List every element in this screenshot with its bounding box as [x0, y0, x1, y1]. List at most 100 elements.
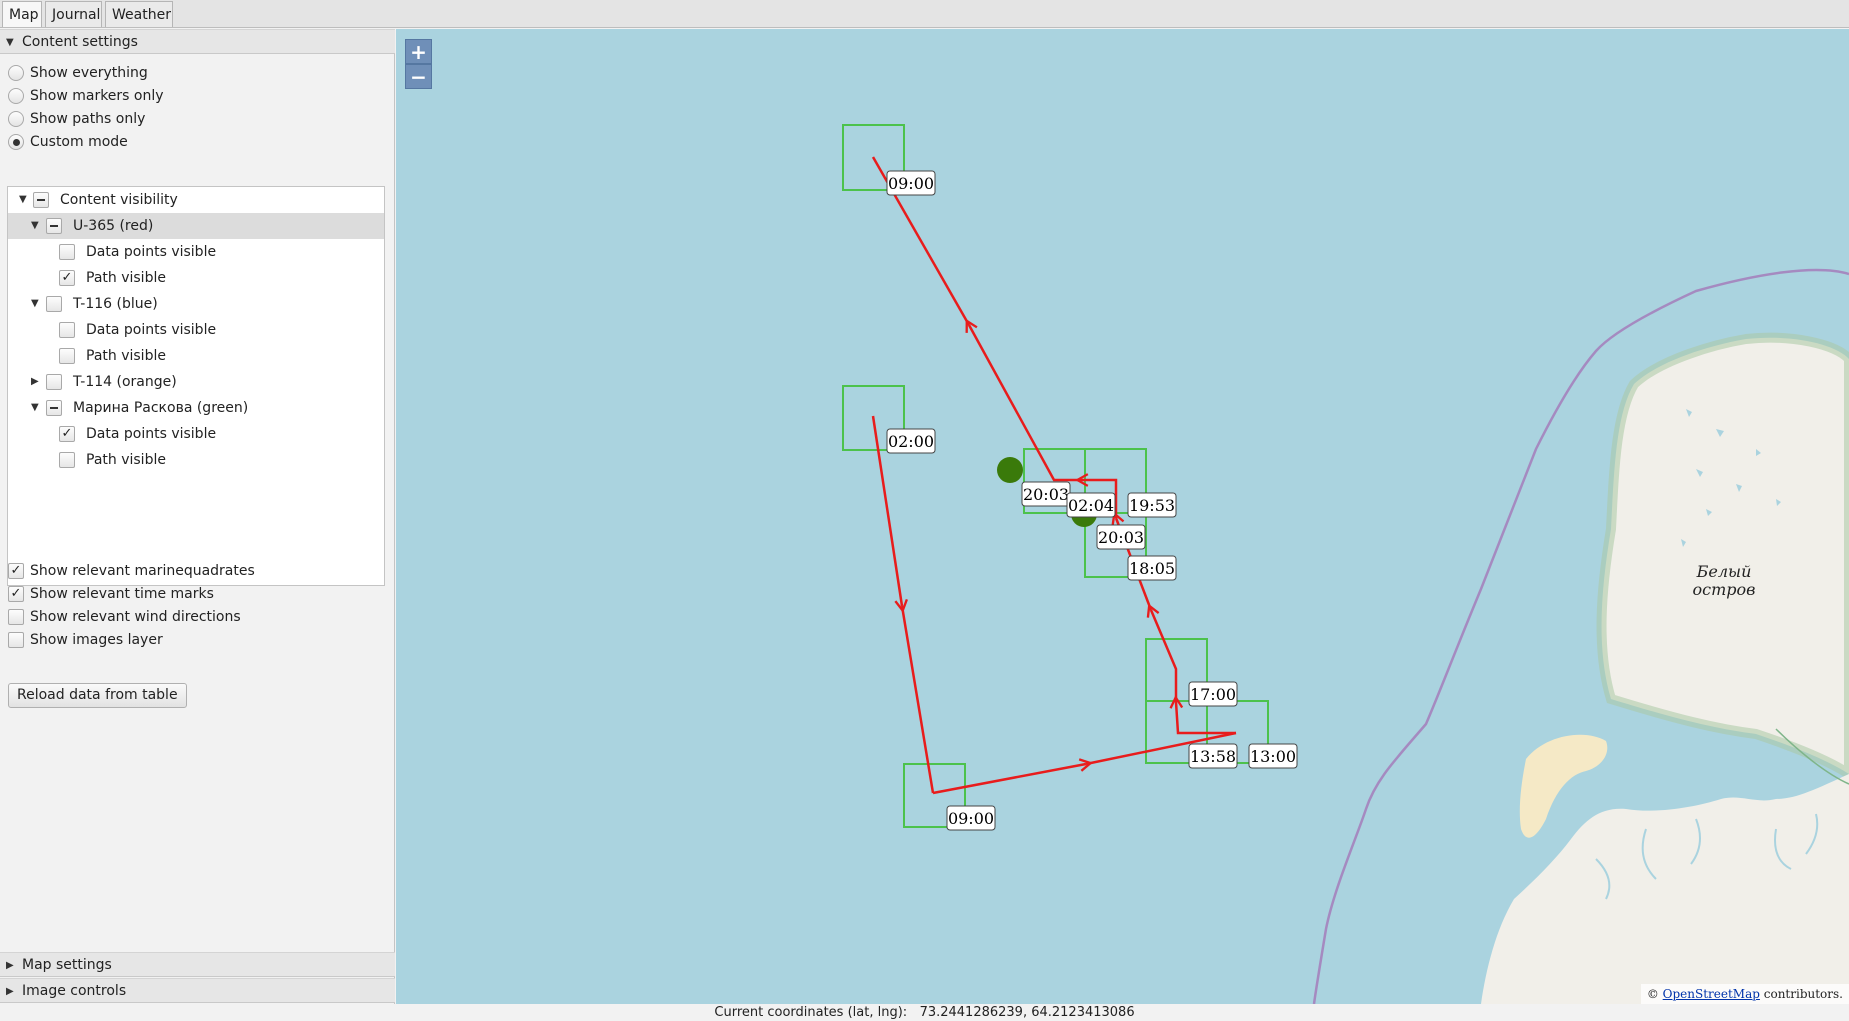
time-label-text: 02:00 — [888, 432, 934, 451]
time-label: 09:00 — [946, 805, 996, 831]
content-settings-title: Content settings — [22, 34, 138, 50]
checkbox[interactable] — [8, 609, 24, 625]
tree-item-marina-path[interactable]: Path visible — [8, 447, 384, 473]
chevron-down-icon[interactable]: ▼ — [19, 187, 27, 213]
content-settings-header[interactable]: ▼ Content settings — [0, 29, 395, 54]
tree-checkbox[interactable] — [33, 192, 49, 208]
time-label-text: 18:05 — [1129, 559, 1175, 578]
zoom-in-button[interactable]: + — [405, 39, 432, 64]
checkbox[interactable]: ✓ — [8, 586, 24, 602]
chevron-down-icon[interactable]: ▼ — [31, 291, 39, 317]
checkmark-icon: ✓ — [61, 426, 73, 441]
coordinates-value: 73.2441286239, 64.2123413086 — [919, 1005, 1135, 1020]
tree-item-label: Path visible — [86, 452, 166, 468]
tree-checkbox[interactable]: ✓ — [59, 426, 75, 442]
map-settings-header[interactable]: ▶ Map settings — [0, 952, 395, 977]
sidebar: ▼ Content settings Show everything Show … — [0, 29, 395, 1004]
time-label-text: 13:58 — [1190, 747, 1236, 766]
time-labels: 09:00 02:00 20:03 02:04 19:53 20:03 18:0… — [886, 170, 1298, 831]
path-segment — [932, 764, 1086, 795]
tree-checkbox[interactable] — [59, 452, 75, 468]
status-bar: Current coordinates (lat, lng): 73.24412… — [0, 1004, 1849, 1021]
tree-checkbox[interactable]: ✓ — [59, 270, 75, 286]
coordinates-label: Current coordinates (lat, lng): — [714, 1005, 908, 1020]
reload-data-button[interactable]: Reload data from table — [8, 683, 187, 708]
tab-map[interactable]: Map — [2, 1, 42, 27]
tree-item-t116-path[interactable]: Path visible — [8, 343, 384, 369]
tree-checkbox[interactable] — [46, 374, 62, 390]
map-view[interactable]: Белый остров 09:00 02:00 20:03 02:04 19:… — [396, 29, 1849, 1004]
tree-item-label: Content visibility — [60, 192, 178, 208]
tree-item-u365-data-points[interactable]: Data points visible — [8, 239, 384, 265]
tree-item-label: Data points visible — [86, 426, 217, 442]
tab-weather[interactable]: Weather — [105, 1, 173, 27]
attribution-suffix: contributors. — [1759, 987, 1843, 1001]
radio-label: Custom mode — [30, 134, 128, 150]
image-controls-title: Image controls — [22, 983, 127, 999]
time-label-text: 02:04 — [1068, 496, 1114, 515]
chevron-down-icon[interactable]: ▼ — [31, 213, 39, 239]
map-canvas[interactable]: Белый остров 09:00 02:00 20:03 02:04 19:… — [396, 29, 1849, 1004]
tree-item-label: Data points visible — [86, 244, 217, 260]
checkmark-icon: ✓ — [10, 563, 22, 578]
tree-checkbox[interactable] — [46, 296, 62, 312]
attribution-prefix: © — [1646, 987, 1663, 1001]
tab-bar: Map Journal Weather — [0, 0, 1849, 28]
map-settings-title: Map settings — [22, 957, 112, 973]
island-label: Белый — [1696, 562, 1752, 581]
checkbox[interactable]: ✓ — [8, 563, 24, 579]
option-label: Show relevant marinequadrates — [30, 563, 255, 579]
time-label: 18:05 — [1127, 555, 1177, 581]
path-segment — [1151, 610, 1178, 702]
option-label: Show images layer — [30, 632, 163, 648]
chevron-down-icon[interactable]: ▼ — [31, 395, 39, 421]
tree-checkbox[interactable] — [59, 348, 75, 364]
checkbox[interactable] — [8, 632, 24, 648]
time-label-text: 20:03 — [1023, 485, 1069, 504]
time-label-text: 19:53 — [1129, 496, 1175, 515]
tree-item-marina-data-points[interactable]: ✓ Data points visible — [8, 421, 384, 447]
time-label-text: 09:00 — [948, 809, 994, 828]
tree-item-label: T-114 (orange) — [73, 374, 177, 390]
data-point-marker[interactable] — [997, 457, 1023, 483]
chevron-down-icon: ▼ — [6, 37, 14, 48]
radio-label: Show everything — [30, 65, 148, 81]
time-label: 20:03 — [1021, 481, 1071, 507]
tree-item-t114[interactable]: ▶ T-114 (orange) — [8, 369, 384, 395]
time-label: 13:00 — [1248, 743, 1298, 769]
map-attribution: © OpenStreetMap contributors. — [1640, 984, 1849, 1004]
option-label: Show relevant time marks — [30, 586, 214, 602]
radio-label: Show paths only — [30, 111, 146, 127]
chevron-right-icon: ▶ — [6, 986, 14, 997]
path-u365 — [871, 156, 1237, 795]
tree-item-marina-raskova[interactable]: ▼ Марина Раскова (green) — [8, 395, 384, 421]
tree-item-t116-data-points[interactable]: Data points visible — [8, 317, 384, 343]
option-label: Show relevant wind directions — [30, 609, 241, 625]
radio-button[interactable] — [8, 134, 24, 150]
chevron-right-icon[interactable]: ▶ — [31, 369, 39, 395]
tree-item-content-visibility[interactable]: ▼ Content visibility — [8, 187, 384, 213]
zoom-out-button[interactable]: − — [405, 64, 432, 89]
tree-checkbox[interactable] — [46, 218, 62, 234]
tree-item-label: T-116 (blue) — [73, 296, 158, 312]
radio-button[interactable] — [8, 88, 24, 104]
tree-checkbox[interactable] — [46, 400, 62, 416]
checkmark-icon: ✓ — [10, 586, 22, 601]
tree-item-label: Data points visible — [86, 322, 217, 338]
time-label: 13:58 — [1188, 743, 1238, 769]
radio-button[interactable] — [8, 65, 24, 81]
openstreetmap-link[interactable]: OpenStreetMap — [1663, 987, 1760, 1001]
time-label-text: 13:00 — [1250, 747, 1296, 766]
radio-label: Show markers only — [30, 88, 164, 104]
time-label-text: 09:00 — [888, 174, 934, 193]
radio-button[interactable] — [8, 111, 24, 127]
tree-checkbox[interactable] — [59, 322, 75, 338]
tree-checkbox[interactable] — [59, 244, 75, 260]
image-controls-header[interactable]: ▶ Image controls — [0, 978, 395, 1003]
tree-item-u365[interactable]: ▼ U-365 (red) — [8, 213, 384, 239]
chevron-right-icon: ▶ — [6, 960, 14, 971]
tab-journal[interactable]: Journal — [45, 1, 102, 27]
path-segment — [969, 325, 1082, 482]
tree-item-t116[interactable]: ▼ T-116 (blue) — [8, 291, 384, 317]
tree-item-u365-path[interactable]: ✓ Path visible — [8, 265, 384, 291]
